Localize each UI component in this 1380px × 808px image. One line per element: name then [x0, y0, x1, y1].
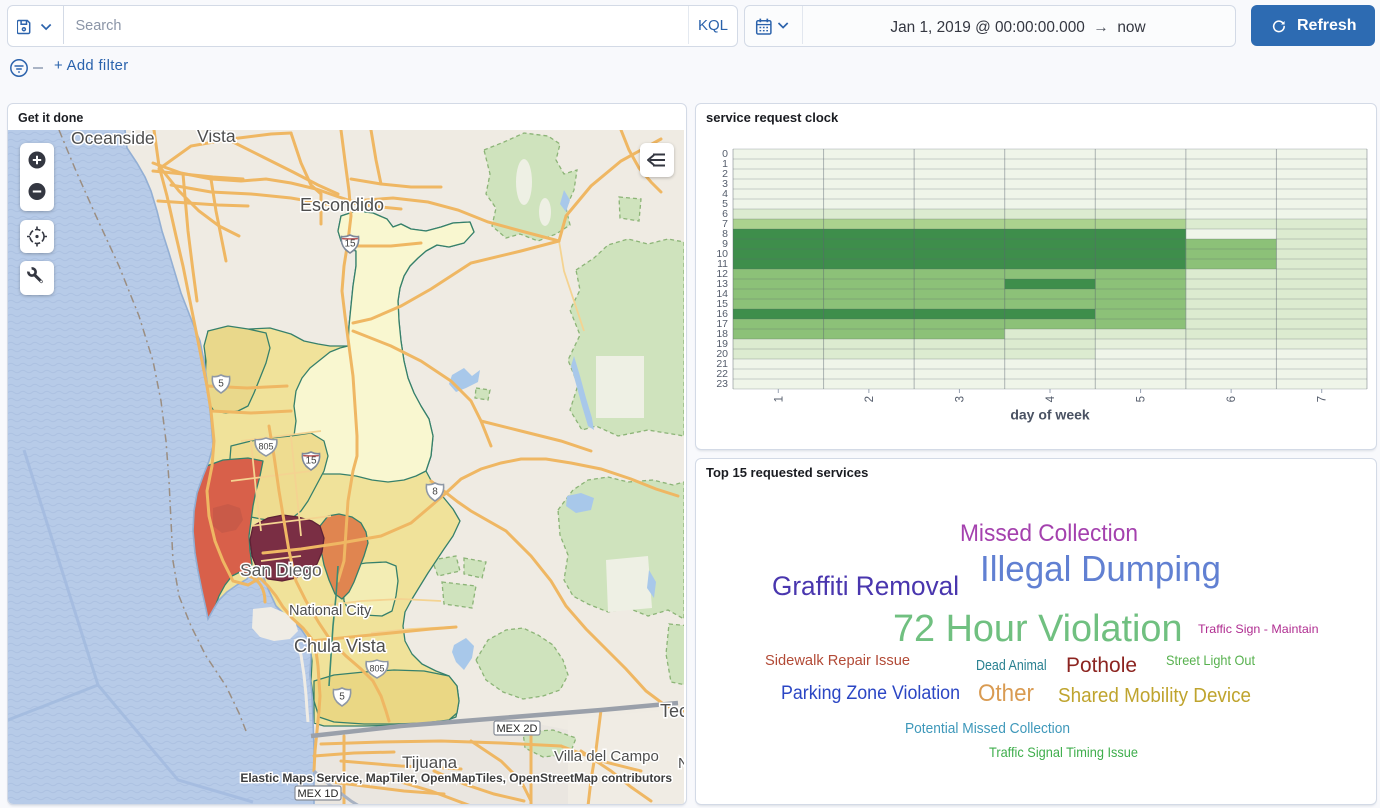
- svg-text:6: 6: [1226, 396, 1238, 402]
- svg-text:day of week: day of week: [1010, 407, 1090, 423]
- svg-text:8: 8: [432, 487, 438, 498]
- svg-text:San Diego: San Diego: [240, 560, 322, 580]
- svg-text:Tijuana: Tijuana: [402, 753, 458, 772]
- svg-text:N: N: [678, 755, 684, 772]
- svg-text:Villa del Campo: Villa del Campo: [554, 748, 659, 765]
- svg-text:5: 5: [218, 379, 224, 390]
- svg-text:805: 805: [369, 664, 384, 674]
- svg-text:Oceanside: Oceanside: [71, 130, 155, 148]
- svg-text:4: 4: [1045, 395, 1057, 402]
- svg-text:5: 5: [339, 692, 345, 703]
- svg-text:Chula Vista: Chula Vista: [294, 636, 387, 656]
- svg-text:2: 2: [864, 396, 876, 402]
- svg-text:Tecat: Tecat: [660, 701, 684, 721]
- svg-text:5: 5: [1136, 396, 1148, 402]
- svg-text:MEX 2D: MEX 2D: [497, 723, 538, 735]
- svg-text:7: 7: [1317, 396, 1329, 402]
- svg-text:Elastic Maps Service, MapTiler: Elastic Maps Service, MapTiler, OpenMapT…: [240, 771, 672, 785]
- svg-text:3: 3: [954, 396, 966, 402]
- svg-text:805: 805: [258, 442, 273, 452]
- svg-text:National City: National City: [289, 603, 372, 619]
- svg-text:Vista: Vista: [197, 130, 236, 146]
- svg-text:1: 1: [773, 396, 785, 402]
- svg-text:23: 23: [716, 378, 728, 390]
- svg-text:15: 15: [344, 239, 356, 250]
- svg-text:MEX 1D: MEX 1D: [298, 788, 339, 800]
- svg-text:Escondido: Escondido: [300, 195, 384, 215]
